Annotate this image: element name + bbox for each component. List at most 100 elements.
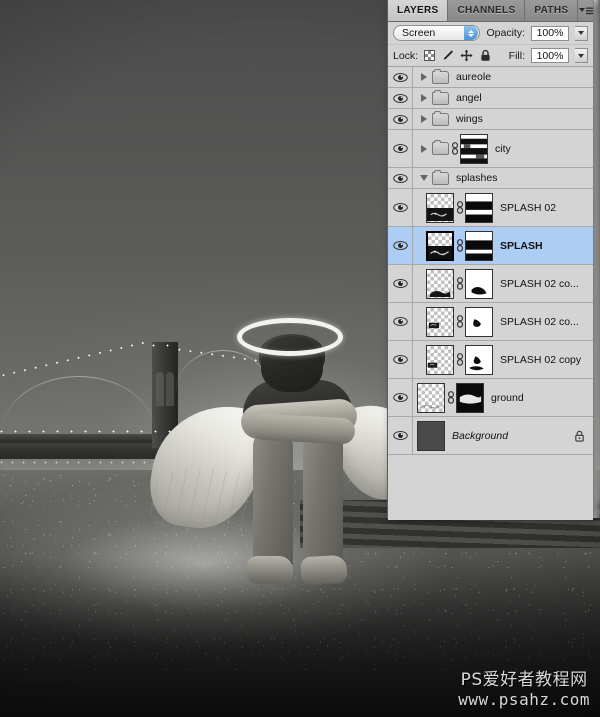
visibility-toggle[interactable] — [388, 227, 413, 264]
layer-row[interactable]: aureole — [388, 67, 593, 88]
visibility-toggle[interactable] — [388, 265, 413, 302]
layer-row[interactable]: SPLASH 02 — [388, 189, 593, 227]
mask-thumb-art — [466, 346, 492, 374]
link-icon[interactable] — [454, 277, 465, 290]
visibility-toggle[interactable] — [388, 303, 413, 340]
panel-right-shadow — [594, 0, 600, 518]
layer-name[interactable]: SPLASH 02 co... — [493, 316, 579, 328]
tab-layers[interactable]: LAYERS — [388, 0, 448, 21]
mask-thumb-art — [466, 194, 492, 222]
layer-name[interactable]: city — [488, 143, 511, 155]
layer-name[interactable]: SPLASH 02 copy — [493, 354, 581, 366]
group-disclosure-triangle[interactable] — [417, 94, 430, 102]
fill-input[interactable]: 100% — [531, 48, 569, 63]
layer-thumbnail[interactable] — [426, 345, 454, 375]
visibility-toggle[interactable] — [388, 189, 413, 226]
layer-row[interactable]: city — [388, 130, 593, 168]
layer-thumb-art — [418, 400, 444, 412]
layer-row[interactable]: wings — [388, 109, 593, 130]
visibility-toggle[interactable] — [388, 341, 413, 378]
link-glyph — [451, 142, 459, 155]
link-icon[interactable] — [445, 391, 456, 404]
layer-mask-thumbnail[interactable] — [465, 269, 493, 299]
eye-icon — [393, 278, 408, 289]
layer-row[interactable]: angel — [388, 88, 593, 109]
layer-row[interactable]: SPLASH 02 copy — [388, 341, 593, 379]
visibility-toggle[interactable] — [388, 88, 413, 108]
layer-mask-thumbnail[interactable] — [456, 383, 484, 413]
mask-thumb-art — [457, 384, 483, 412]
lock-position-icon[interactable] — [460, 49, 473, 62]
layer-thumbnail[interactable] — [426, 307, 454, 337]
layer-thumbnail[interactable] — [426, 193, 454, 223]
layer-thumbnail[interactable] — [426, 231, 454, 261]
group-disclosure-triangle[interactable] — [417, 175, 430, 181]
group-disclosure-triangle[interactable] — [417, 73, 430, 81]
lock-image-pixels-icon[interactable] — [441, 49, 454, 62]
tab-channels[interactable]: CHANNELS — [448, 0, 525, 21]
visibility-toggle[interactable] — [388, 130, 413, 167]
panel-menu-icon[interactable] — [578, 0, 593, 21]
layer-name[interactable]: SPLASH — [493, 240, 543, 252]
eye-icon — [393, 202, 408, 213]
layer-name[interactable]: splashes — [449, 172, 497, 184]
layer-name[interactable]: aureole — [449, 71, 491, 83]
layer-mask-thumbnail[interactable] — [465, 345, 493, 375]
opacity-dropdown-icon[interactable] — [575, 26, 588, 41]
layer-mask-thumbnail[interactable] — [465, 193, 493, 223]
layer-mask-thumbnail[interactable] — [460, 134, 488, 164]
layer-name[interactable]: wings — [449, 113, 483, 125]
lock-icon-group — [424, 49, 492, 62]
visibility-toggle[interactable] — [388, 67, 413, 87]
visibility-toggle[interactable] — [388, 168, 413, 188]
layer-thumb-art — [427, 286, 453, 297]
watermark-cn: PS爱好者教程网 — [458, 671, 590, 691]
blend-opacity-row: Screen Opacity: 100% — [388, 22, 593, 44]
layer-row[interactable]: SPLASH 02 co... — [388, 265, 593, 303]
link-icon[interactable] — [449, 142, 460, 155]
visibility-toggle[interactable] — [388, 379, 413, 416]
layer-thumbnail[interactable] — [417, 383, 445, 413]
visibility-toggle[interactable] — [388, 109, 413, 129]
layer-thumbnail[interactable] — [426, 269, 454, 299]
link-icon[interactable] — [454, 201, 465, 214]
link-icon[interactable] — [454, 315, 465, 328]
layer-name[interactable]: ground — [484, 392, 524, 404]
layer-row[interactable]: Background — [388, 417, 593, 455]
layer-name[interactable]: SPLASH 02 co... — [493, 278, 579, 290]
layer-row[interactable]: SPLASH — [388, 227, 593, 265]
layer-row[interactable]: SPLASH 02 co... — [388, 303, 593, 341]
eye-icon — [393, 392, 408, 403]
visibility-toggle[interactable] — [388, 417, 413, 454]
background-thumbnail[interactable] — [417, 421, 445, 451]
layers-panel: LAYERS CHANNELS PATHS Screen — [387, 0, 594, 518]
tab-paths[interactable]: PATHS — [525, 0, 578, 21]
opacity-input[interactable]: 100% — [531, 26, 569, 41]
group-disclosure-triangle[interactable] — [417, 145, 430, 153]
lock-transparency-icon[interactable] — [424, 50, 435, 61]
eye-icon — [393, 114, 408, 125]
mask-thumb-art — [466, 270, 492, 298]
link-icon[interactable] — [454, 353, 465, 366]
eye-icon — [393, 72, 408, 83]
group-disclosure-triangle[interactable] — [417, 115, 430, 123]
blend-mode-select[interactable]: Screen — [393, 25, 480, 41]
link-icon[interactable] — [454, 239, 465, 252]
mask-thumb-art — [466, 232, 492, 260]
link-glyph — [456, 277, 464, 290]
lock-all-icon[interactable] — [479, 49, 492, 62]
fill-dropdown-icon[interactable] — [575, 48, 588, 63]
layer-name[interactable]: Background — [445, 430, 508, 442]
layer-mask-thumbnail[interactable] — [465, 231, 493, 261]
lock-icon — [574, 430, 585, 442]
layer-name[interactable]: angel — [449, 92, 482, 104]
layer-row[interactable]: splashes — [388, 168, 593, 189]
layer-list-empty-area — [388, 455, 593, 520]
layer-list[interactable]: aureole angel — [388, 67, 593, 520]
eye-icon — [393, 240, 408, 251]
layer-name[interactable]: SPLASH 02 — [493, 202, 556, 214]
folder-icon — [432, 172, 449, 185]
layer-row[interactable]: ground — [388, 379, 593, 417]
stepper-icon[interactable] — [464, 26, 478, 40]
layer-mask-thumbnail[interactable] — [465, 307, 493, 337]
